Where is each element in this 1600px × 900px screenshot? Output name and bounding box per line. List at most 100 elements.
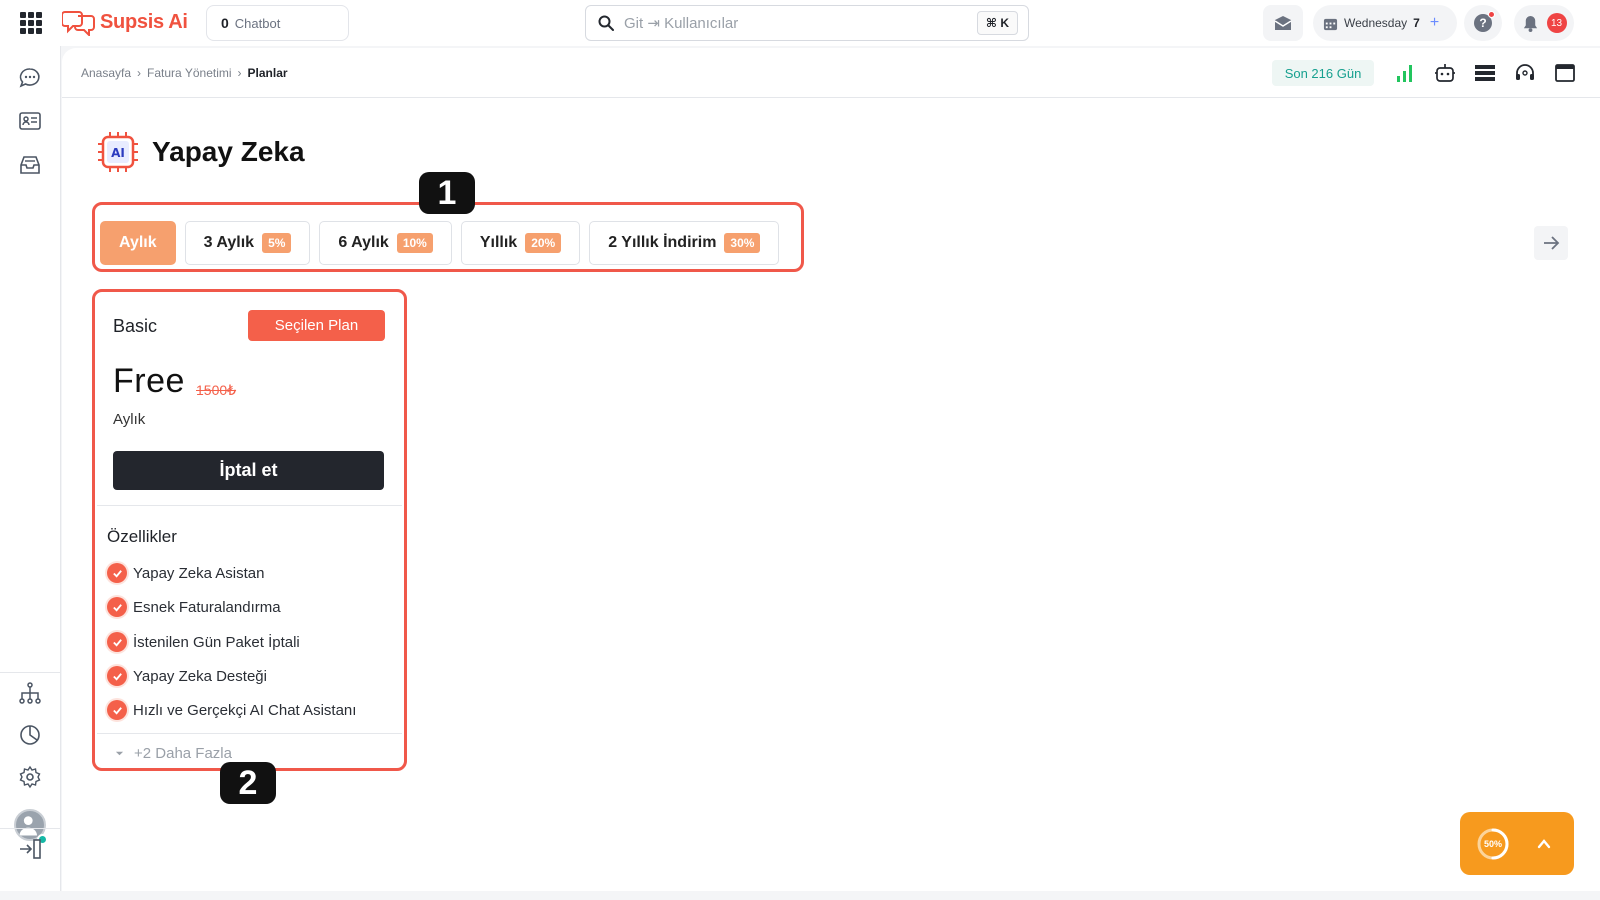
main-content: Anasayfa › Fatura Yönetimi › Planlar Son…	[62, 48, 1600, 891]
discount-badge: 20%	[525, 233, 562, 253]
apps-grid-icon[interactable]	[20, 12, 42, 34]
chatbot-label: Chatbot	[234, 15, 281, 31]
next-button[interactable]	[1534, 226, 1568, 260]
discount-badge: 10%	[396, 233, 433, 253]
cancel-plan-button[interactable]: İptal et	[113, 451, 384, 490]
tab-3-months[interactable]: 3 Aylık 5%	[184, 221, 311, 265]
add-date-icon[interactable]: +	[1430, 14, 1439, 32]
tab-label: 6 Aylık	[338, 234, 389, 251]
feature-label: İstenilen Gün Paket İptali	[133, 633, 300, 651]
plan-period: Aylık	[113, 411, 146, 428]
breadcrumb-separator: ›	[137, 66, 142, 80]
onboarding-progress-button[interactable]: 50%	[1460, 812, 1574, 875]
window-icon	[1555, 64, 1575, 82]
plan-name: Basic	[113, 316, 158, 336]
sidebar-divider-bottom	[0, 828, 61, 829]
tab-label: Yıllık	[479, 234, 518, 251]
robot-icon	[1435, 64, 1455, 82]
feature-item: Yapay Zeka Asistan	[107, 563, 264, 583]
bell-icon	[1523, 15, 1537, 32]
card-divider	[97, 505, 402, 506]
sidebar-item-flows[interactable]	[18, 681, 42, 705]
page-header: AI Yapay Zeka	[96, 130, 305, 174]
gear-icon	[19, 765, 41, 789]
logout-icon	[20, 839, 41, 859]
top-bar: Supsis Ai 0 Chatbot Git ⇥ Kullanıcılar ⌘…	[0, 0, 1600, 46]
breadcrumb-bar: Anasayfa › Fatura Yönetimi › Planlar Son…	[62, 48, 1600, 98]
feature-item: Hızlı ve Gerçekçi AI Chat Asistanı	[107, 700, 356, 720]
progress-label: 50%	[1483, 838, 1502, 849]
discount-badge: 30%	[724, 233, 761, 253]
date-picker[interactable]: Wednesday 7 +	[1313, 5, 1457, 41]
feature-item: Yapay Zeka Desteği	[107, 666, 267, 686]
chevron-up-icon	[1537, 838, 1551, 848]
chat-icon	[19, 68, 40, 88]
help-button[interactable]: ?	[1464, 5, 1502, 41]
tab-6-months[interactable]: 6 Aylık 10%	[319, 221, 452, 265]
breadcrumb-home[interactable]: Anasayfa	[81, 66, 131, 80]
mail-icon	[1274, 16, 1292, 30]
feature-item: Esnek Faturalandırma	[107, 597, 281, 617]
search-icon	[598, 15, 614, 31]
signal-bars-button[interactable]	[1393, 61, 1417, 85]
progress-ring: 50%	[1476, 827, 1510, 861]
search-placeholder: Git ⇥ Kullanıcılar	[624, 15, 739, 32]
page-title: Yapay Zeka	[152, 136, 305, 167]
chatbot-count: 0	[221, 15, 229, 31]
caret-down-icon	[115, 751, 124, 756]
sidebar-item-reports[interactable]	[18, 723, 42, 747]
mail-button[interactable]	[1263, 5, 1303, 41]
features-title: Özellikler	[107, 527, 177, 546]
annotation-badge-1: 1	[419, 172, 475, 214]
billing-period-tabs: Aylık 3 Aylık 5% 6 Aylık 10% Yıllık 20% …	[100, 221, 780, 265]
check-icon	[107, 700, 127, 720]
brand-logo[interactable]: Supsis Ai	[62, 8, 188, 36]
annotation-badge-2: 2	[220, 762, 276, 804]
plan-old-price: 1500₺	[196, 382, 237, 398]
tab-monthly[interactable]: Aylık	[100, 221, 176, 265]
contact-card-icon	[19, 112, 41, 130]
window-button[interactable]	[1553, 61, 1577, 85]
servers-button[interactable]	[1473, 61, 1497, 85]
show-more-features-link[interactable]: +2 Daha Fazla	[115, 745, 232, 762]
date-number: 7	[1413, 16, 1420, 30]
support-button[interactable]	[1513, 61, 1537, 85]
show-more-label: +2 Daha Fazla	[134, 745, 232, 762]
inbox-icon	[20, 156, 40, 174]
bot-button[interactable]	[1433, 61, 1457, 85]
check-icon	[107, 632, 127, 652]
days-remaining-badge[interactable]: Son 216 Gün	[1272, 60, 1374, 86]
sidebar-item-chats[interactable]	[18, 66, 42, 90]
sidebar-divider	[0, 672, 61, 673]
tab-label: 3 Aylık	[203, 234, 255, 251]
notifications-button[interactable]: 13	[1514, 5, 1574, 41]
search-bar[interactable]: Git ⇥ Kullanıcılar ⌘ K	[585, 5, 1029, 41]
headset-icon	[1516, 64, 1534, 80]
server-icon	[1475, 65, 1495, 81]
card-divider	[97, 733, 402, 734]
hierarchy-icon	[19, 682, 41, 704]
sidebar-item-settings[interactable]	[18, 765, 42, 789]
chat-bubbles-logo-icon	[62, 11, 95, 36]
date-day: Wednesday	[1344, 16, 1408, 30]
selected-plan-button[interactable]: Seçilen Plan	[248, 310, 385, 341]
chatbot-selector[interactable]: 0 Chatbot	[206, 5, 349, 41]
help-icon: ?	[1474, 11, 1495, 32]
tab-label: Aylık	[119, 234, 157, 251]
brand-name: Supsis Ai	[100, 10, 188, 33]
tab-2-years[interactable]: 2 Yıllık İndirim 30%	[589, 221, 780, 265]
ai-chip-icon: AI	[98, 132, 138, 172]
calendar-icon	[1323, 18, 1338, 30]
tab-yearly[interactable]: Yıllık 20%	[460, 221, 581, 265]
feature-label: Yapay Zeka Asistan	[133, 564, 265, 582]
sidebar-item-logout[interactable]	[18, 837, 42, 861]
arrow-right-icon	[1544, 236, 1560, 250]
sidebar	[0, 46, 61, 891]
sidebar-item-inbox[interactable]	[18, 153, 42, 177]
breadcrumb-separator: ›	[237, 66, 242, 80]
search-shortcut: ⌘ K	[976, 11, 1018, 35]
help-glyph: ?	[1479, 16, 1487, 30]
sidebar-item-contacts[interactable]	[18, 109, 42, 133]
breadcrumb-billing[interactable]: Fatura Yönetimi	[147, 66, 232, 80]
feature-item: İstenilen Gün Paket İptali	[107, 632, 300, 652]
